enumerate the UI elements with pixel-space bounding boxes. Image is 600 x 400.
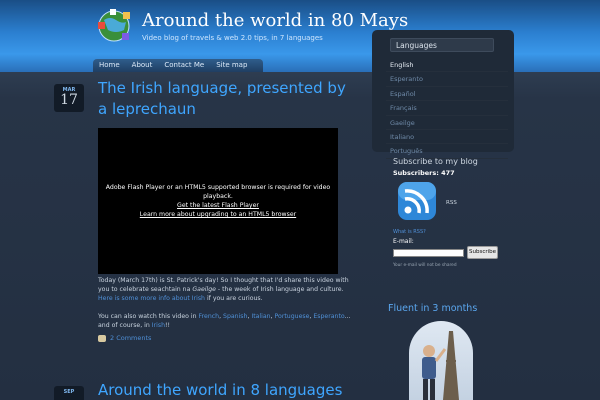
language-item-espanol[interactable]: Español <box>386 87 508 102</box>
link-irish[interactable]: Irish <box>152 322 165 329</box>
video-player[interactable]: Adobe Flash Player or an HTML5 supported… <box>98 128 338 274</box>
author-photo[interactable] <box>409 321 473 400</box>
link-spanish[interactable]: Spanish <box>223 313 247 320</box>
languages-panel: Languages English Esperanto Español Fran… <box>372 30 514 159</box>
email-privacy-note: Your e-mail will not be shared <box>393 263 457 268</box>
post-date-badge: MAR 17 <box>54 84 84 112</box>
flash-message: Adobe Flash Player or an HTML5 supported… <box>105 184 331 200</box>
site-title[interactable]: Around the world in 80 Mays <box>142 10 408 31</box>
post-date-month: SEP <box>63 389 75 395</box>
text: You can also watch this video in <box>98 313 199 320</box>
rss-label[interactable]: RSS <box>446 200 457 206</box>
text-em: Gaeilge <box>192 286 216 293</box>
language-item-esperanto[interactable]: Esperanto <box>386 72 508 87</box>
language-item-english[interactable]: English <box>386 58 508 73</box>
nav-about[interactable]: About <box>126 59 159 72</box>
html5-upgrade-link[interactable]: Learn more about upgrading to an HTML5 b… <box>98 210 338 219</box>
comments-count[interactable]: 2 Comments <box>110 334 151 342</box>
irish-info-link[interactable]: Here is some more info about Irish <box>98 295 205 302</box>
eiffel-tower-photo <box>422 331 459 400</box>
language-item-francais[interactable]: Français <box>386 101 508 116</box>
flash-player-link[interactable]: Get the latest Flash Player <box>98 201 338 210</box>
what-is-rss-link[interactable]: What is RSS? <box>393 229 426 235</box>
nav-sitemap[interactable]: Site map <box>210 59 253 72</box>
fluent-heading[interactable]: Fluent in 3 months <box>388 303 477 314</box>
language-item-gaeilge[interactable]: Gaeilge <box>386 116 508 130</box>
post-paragraph: You can also watch this video in French,… <box>98 313 351 329</box>
languages-heading: Languages <box>390 38 494 52</box>
nav-home[interactable]: Home <box>93 59 126 72</box>
rss-icon[interactable] <box>394 180 440 222</box>
main-nav: Home About Contact Me Site map <box>93 59 263 72</box>
post-title[interactable]: Around the world in 8 languages <box>98 380 348 400</box>
subscribe-heading: Subscribe to my blog <box>393 157 478 166</box>
comments-link[interactable]: 2 Comments <box>98 334 151 342</box>
subscriber-count: Subscribers: 477 <box>393 169 455 177</box>
text: !! <box>165 322 170 329</box>
post-paragraph: Today (March 17th) is St. Patrick's day!… <box>98 276 360 303</box>
languages-list: English Esperanto Español Français Gaeil… <box>386 58 508 159</box>
comment-icon <box>98 334 106 342</box>
subscribe-button[interactable]: Subscribe <box>467 246 498 259</box>
link-french[interactable]: French <box>199 313 220 320</box>
nav-contact[interactable]: Contact Me <box>158 59 210 72</box>
link-portuguese[interactable]: Portuguese <box>275 313 310 320</box>
post-date-badge: SEP <box>54 386 84 400</box>
email-label: E-mail: <box>393 238 414 245</box>
language-item-italiano[interactable]: Italiano <box>386 130 508 145</box>
post-date-day: 17 <box>60 92 78 108</box>
text: - the week of Irish language and culture… <box>215 286 344 293</box>
email-field[interactable] <box>393 249 464 257</box>
link-esperanto[interactable]: Esperanto <box>313 313 344 320</box>
link-italian[interactable]: Italian <box>251 313 270 320</box>
globe-logo-icon[interactable] <box>96 8 132 44</box>
text: if you are curious. <box>204 295 263 302</box>
post-title[interactable]: The Irish language, presented by a lepre… <box>98 78 348 120</box>
site-tagline: Video blog of travels & web 2.0 tips, in… <box>142 34 323 42</box>
